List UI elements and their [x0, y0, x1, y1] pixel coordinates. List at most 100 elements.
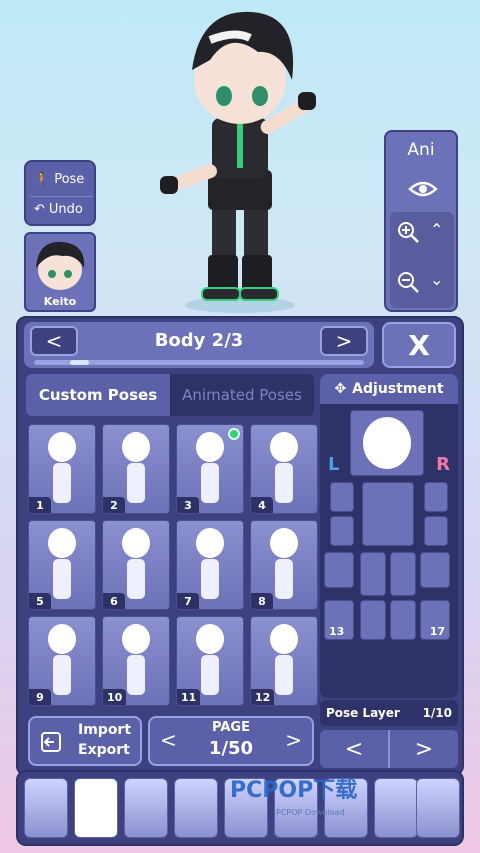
undo-button[interactable]: ↶ Undo [30, 196, 92, 222]
part-thigh-left[interactable] [360, 552, 386, 596]
category-extras[interactable] [374, 778, 418, 838]
pose-number: 12 [251, 689, 275, 705]
zoom-controls: ⌃ ⌄ [390, 212, 454, 308]
down-arrow-icon[interactable]: ⌄ [430, 270, 443, 289]
undo-label: Undo [48, 202, 83, 217]
part-17[interactable]: 17 [420, 600, 450, 640]
tab-animated-poses[interactable]: Animated Poses [170, 374, 314, 416]
pose-thumbnail[interactable]: 7 [176, 520, 244, 610]
category-face[interactable] [174, 778, 218, 838]
body-progress-bar [34, 360, 364, 365]
part-shin-left[interactable] [360, 600, 386, 640]
part-hand-right[interactable] [420, 552, 450, 588]
import-icon [41, 732, 61, 752]
pose-layer-value: 1/10 [422, 706, 452, 720]
watermark-subtext: PCPOP Download [276, 808, 345, 817]
pose-thumbnail[interactable]: 6 [102, 520, 170, 610]
pose-label: Pose [54, 171, 85, 187]
pose-thumbnail[interactable]: 4 [250, 424, 318, 514]
move-icon: ✥ [334, 381, 347, 397]
part-torso[interactable] [362, 482, 414, 546]
category-body[interactable] [74, 778, 118, 838]
ani-button[interactable]: Ani [386, 140, 456, 160]
pose-number: 3 [177, 497, 199, 513]
up-arrow-icon[interactable]: ⌃ [430, 220, 443, 239]
pose-number: 5 [29, 593, 51, 609]
head-icon [363, 417, 411, 469]
zoom-in-icon[interactable] [396, 220, 420, 244]
part-thigh-right[interactable] [390, 552, 416, 596]
character-portrait[interactable]: Keito [24, 232, 96, 312]
page-selector: < PAGE 1/50 > [148, 716, 314, 766]
side-panel: 🚶 Pose ↶ Undo [24, 160, 96, 226]
pose-layer-label: Pose Layer [326, 706, 400, 720]
view-control-panel: Ani ⌃ ⌄ [384, 130, 458, 312]
right-label: R [436, 454, 450, 475]
pose-thumbnail[interactable]: 3 [176, 424, 244, 514]
pose-tabs: Custom Poses Animated Poses [26, 374, 314, 416]
pose-thumbnail[interactable]: 1 [28, 424, 96, 514]
watermark-logo: PCPOP下载 [230, 772, 357, 804]
pose-thumbnail[interactable]: 5 [28, 520, 96, 610]
tab-custom-poses[interactable]: Custom Poses [26, 374, 170, 416]
character-figure[interactable] [140, 0, 340, 318]
body-nav-bar: < Body 2/3 > [24, 322, 374, 368]
adjustment-header: ✥ Adjustment [320, 374, 458, 404]
pose-thumbnail[interactable]: 12 [250, 616, 318, 706]
category-profile[interactable] [416, 778, 460, 838]
pose-number: 4 [251, 497, 273, 513]
pose-layer-nav: < > [320, 730, 458, 768]
part-upper-arm-right[interactable] [424, 482, 448, 512]
watermark-text: PCPOP下载 [230, 778, 358, 803]
pose-button[interactable]: 🚶 Pose [30, 166, 92, 192]
selected-indicator [228, 428, 240, 440]
pose-number: 8 [251, 593, 273, 609]
pose-thumbnail[interactable]: 8 [250, 520, 318, 610]
part-17-number: 17 [429, 625, 445, 638]
left-label: L [328, 454, 340, 475]
pose-thumbnail[interactable]: 11 [176, 616, 244, 706]
close-button[interactable]: X [382, 322, 456, 368]
eye-icon[interactable] [408, 174, 438, 204]
next-layer-button[interactable]: > [388, 730, 458, 768]
next-body-button[interactable]: > [320, 326, 368, 356]
part-hand-left[interactable] [324, 552, 354, 588]
pose-layer-row: Pose Layer 1/10 [320, 700, 458, 726]
body-progress-fill [69, 360, 90, 365]
character-name: Keito [43, 295, 77, 308]
part-lower-arm-left[interactable] [330, 516, 354, 546]
next-page-button[interactable]: > [285, 728, 302, 752]
pose-number: 7 [177, 593, 199, 609]
pose-editor-panel: < Body 2/3 > X Custom Poses Animated Pos… [16, 316, 464, 776]
undo-icon: ↶ [34, 202, 45, 217]
category-presets[interactable] [24, 778, 68, 838]
zoom-out-icon[interactable] [396, 270, 420, 294]
category-hair[interactable] [124, 778, 168, 838]
part-13[interactable]: 13 [324, 600, 354, 640]
pose-thumbnail[interactable]: 9 [28, 616, 96, 706]
adjustment-panel: ✥ Adjustment L R 13 17 [320, 374, 458, 698]
pose-number: 10 [103, 689, 127, 705]
pose-thumbnail[interactable]: 2 [102, 424, 170, 514]
import-export-button[interactable]: Import Export [28, 716, 142, 766]
pose-thumbnail[interactable]: 10 [102, 616, 170, 706]
pose-icon: 🚶 [34, 171, 51, 187]
pose-number: 11 [177, 689, 201, 705]
part-shin-right[interactable] [390, 600, 416, 640]
prev-body-button[interactable]: < [30, 326, 78, 356]
pose-number: 2 [103, 497, 125, 513]
part-13-number: 13 [329, 625, 345, 638]
part-upper-arm-left[interactable] [330, 482, 354, 512]
adjustment-title: Adjustment [352, 381, 444, 397]
export-label: Export [78, 742, 130, 758]
pose-number: 9 [29, 689, 51, 705]
prev-layer-button[interactable]: < [320, 730, 388, 768]
body-title: Body 2/3 [154, 330, 244, 351]
pose-number: 6 [103, 593, 125, 609]
portrait-avatar [36, 241, 85, 290]
part-head[interactable] [350, 410, 424, 476]
import-label: Import [78, 722, 132, 738]
part-lower-arm-right[interactable] [424, 516, 448, 546]
pose-number: 1 [29, 497, 51, 513]
pose-grid: 1 2 3 4 5 6 7 8 9 10 11 12 [28, 424, 318, 712]
